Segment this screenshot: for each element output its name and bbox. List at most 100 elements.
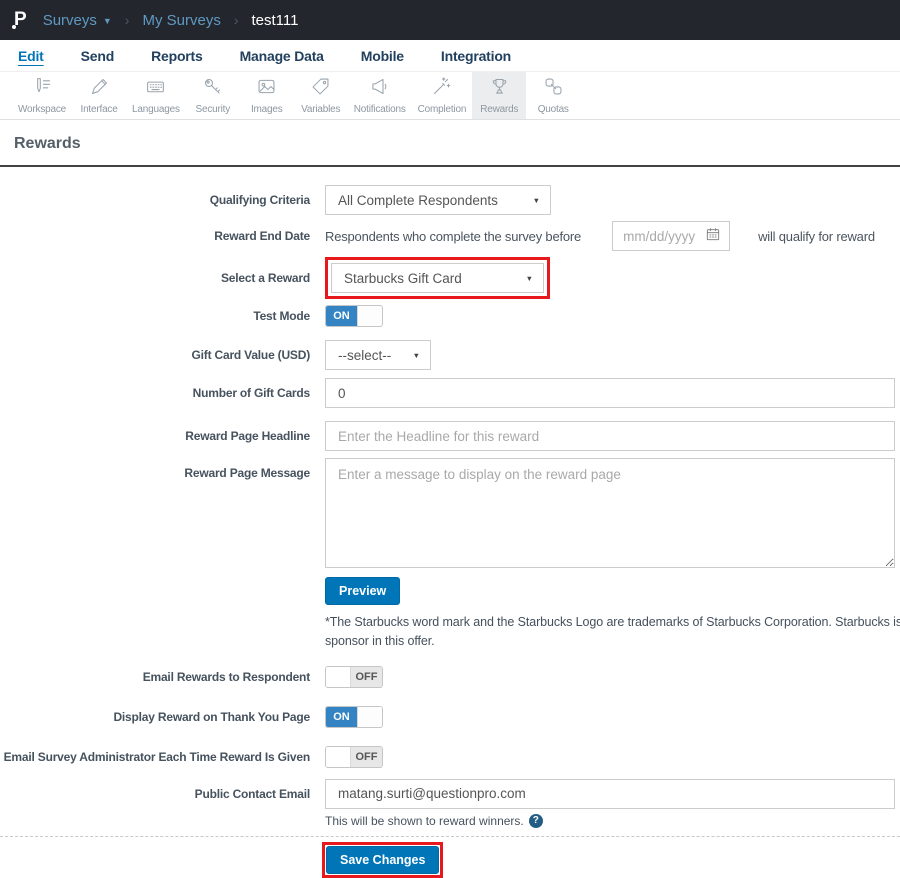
toolbar-label: Workspace xyxy=(18,104,66,115)
reward-end-date-prefix: Respondents who complete the survey befo… xyxy=(325,229,581,244)
rewards-icon xyxy=(489,76,510,102)
completion-icon xyxy=(431,76,452,102)
toolbar-item-completion[interactable]: Completion xyxy=(412,72,473,119)
reward-end-date-input[interactable]: mm/dd/yyyy xyxy=(612,221,730,251)
display-reward-toggle[interactable]: ON xyxy=(325,706,383,728)
toolbar-item-interface[interactable]: Interface xyxy=(72,72,126,119)
toggle-state: OFF xyxy=(351,667,382,687)
toolbar-item-quotas[interactable]: Quotas xyxy=(526,72,580,119)
breadcrumb-separator: › xyxy=(125,12,130,28)
chevron-down-icon[interactable]: ▼ xyxy=(103,16,112,26)
toolbar-item-notifications[interactable]: Notifications xyxy=(348,72,412,119)
security-icon xyxy=(202,76,223,102)
breadcrumb-current-survey: test111 xyxy=(252,12,299,29)
email-help-line: This will be shown to reward winners. ? xyxy=(325,814,543,828)
workspace-icon xyxy=(32,76,53,102)
gift-card-value-row: Gift Card Value (USD) --select-- ▼ xyxy=(0,340,900,370)
reward-page-message-textarea[interactable] xyxy=(325,458,895,568)
breadcrumb-my-surveys[interactable]: My Surveys xyxy=(142,12,220,29)
quotas-icon xyxy=(543,76,564,102)
save-highlight: Save Changes xyxy=(322,842,443,878)
tab-integration[interactable]: Integration xyxy=(441,48,511,64)
starbucks-disclaimer: *The Starbucks word mark and the Starbuc… xyxy=(325,613,900,652)
email-rewards-label: Email Rewards to Respondent xyxy=(0,670,310,684)
toolbar-label: Quotas xyxy=(538,104,569,115)
reward-page-message-row: Reward Page Message xyxy=(0,458,900,568)
qualifying-criteria-value: All Complete Respondents xyxy=(338,193,498,208)
test-mode-toggle[interactable]: ON xyxy=(325,305,383,327)
toolbar-label: Notifications xyxy=(354,104,406,115)
email-admin-row: Email Survey Administrator Each Time Rew… xyxy=(0,746,900,768)
toggle-knob xyxy=(326,747,351,767)
reward-end-date-row: Reward End Date Respondents who complete… xyxy=(0,221,900,251)
test-mode-row: Test Mode ON xyxy=(0,305,900,327)
toolbar-item-security[interactable]: Security xyxy=(186,72,240,119)
reward-page-message-label: Reward Page Message xyxy=(0,458,310,480)
help-icon[interactable]: ? xyxy=(529,814,543,828)
tab-send[interactable]: Send xyxy=(81,48,114,64)
toolbar-item-languages[interactable]: Languages xyxy=(126,72,186,119)
preview-button[interactable]: Preview xyxy=(325,577,400,605)
tab-manage-data[interactable]: Manage Data xyxy=(240,48,324,64)
toggle-knob xyxy=(357,707,382,727)
preview-row: Preview xyxy=(325,577,900,605)
main-nav: Edit Send Reports Manage Data Mobile Int… xyxy=(0,40,900,72)
toolbar-item-workspace[interactable]: Workspace xyxy=(12,72,72,119)
toolbar-label: Languages xyxy=(132,104,180,115)
rewards-form: Qualifying Criteria All Complete Respond… xyxy=(0,167,900,878)
select-reward-value: Starbucks Gift Card xyxy=(344,271,462,286)
breadcrumb-separator: › xyxy=(234,12,239,28)
toolbar-item-images[interactable]: Images xyxy=(240,72,294,119)
toggle-state: OFF xyxy=(351,747,382,767)
reward-page-headline-input[interactable] xyxy=(325,421,895,451)
calendar-icon[interactable] xyxy=(706,227,720,246)
select-reward-select[interactable]: Starbucks Gift Card ▼ xyxy=(331,263,544,293)
reward-page-headline-row: Reward Page Headline xyxy=(0,421,900,451)
chevron-down-icon: ▼ xyxy=(413,351,420,360)
public-contact-email-input[interactable] xyxy=(325,779,895,809)
email-rewards-toggle[interactable]: OFF xyxy=(325,666,383,688)
toolbar-label: Interface xyxy=(80,104,117,115)
display-reward-label: Display Reward on Thank You Page xyxy=(0,710,310,724)
save-changes-button[interactable]: Save Changes xyxy=(326,846,439,874)
select-reward-row: Select a Reward Starbucks Gift Card ▼ xyxy=(0,257,900,299)
public-contact-email-row: Public Contact Email This will be shown … xyxy=(0,779,900,828)
display-reward-row: Display Reward on Thank You Page ON xyxy=(0,706,900,728)
questionpro-logo-icon[interactable]: P xyxy=(14,9,27,31)
email-help-text: This will be shown to reward winners. xyxy=(325,814,524,828)
toolbar-label: Images xyxy=(251,104,283,115)
notifications-icon xyxy=(369,76,390,102)
images-icon xyxy=(256,76,277,102)
tab-edit[interactable]: Edit xyxy=(18,48,44,64)
gift-card-value-label: Gift Card Value (USD) xyxy=(0,348,310,362)
email-admin-label: Email Survey Administrator Each Time Rew… xyxy=(0,750,310,764)
breadcrumb-surveys[interactable]: Surveys xyxy=(43,12,97,29)
gift-card-value-value: --select-- xyxy=(338,348,391,363)
qualifying-criteria-select[interactable]: All Complete Respondents ▼ xyxy=(325,185,551,215)
reward-page-headline-label: Reward Page Headline xyxy=(0,429,310,443)
toggle-knob xyxy=(326,667,351,687)
toolbar-label: Rewards xyxy=(480,104,518,115)
public-contact-email-label: Public Contact Email xyxy=(0,779,310,801)
reward-end-date-suffix: will qualify for reward xyxy=(758,229,875,244)
languages-icon xyxy=(145,76,166,102)
qualifying-criteria-row: Qualifying Criteria All Complete Respond… xyxy=(0,185,900,215)
select-reward-highlight: Starbucks Gift Card ▼ xyxy=(325,257,550,299)
number-of-gift-cards-input[interactable] xyxy=(325,378,895,408)
toolbar-item-variables[interactable]: Variables xyxy=(294,72,348,119)
tab-reports[interactable]: Reports xyxy=(151,48,203,64)
email-admin-toggle[interactable]: OFF xyxy=(325,746,383,768)
toggle-state: ON xyxy=(326,306,357,326)
gift-card-value-select[interactable]: --select-- ▼ xyxy=(325,340,431,370)
tab-mobile[interactable]: Mobile xyxy=(361,48,404,64)
chevron-down-icon: ▼ xyxy=(526,274,533,283)
variables-icon xyxy=(310,76,331,102)
top-bar: P Surveys ▼ › My Surveys › test111 xyxy=(0,0,900,40)
toolbar-item-rewards[interactable]: Rewards xyxy=(472,72,526,119)
page-title: Rewards xyxy=(14,135,900,153)
toolbar-label: Variables xyxy=(301,104,340,115)
chevron-down-icon: ▼ xyxy=(533,196,540,205)
test-mode-label: Test Mode xyxy=(0,309,310,323)
save-row: Save Changes xyxy=(322,842,900,878)
save-divider xyxy=(0,836,900,837)
